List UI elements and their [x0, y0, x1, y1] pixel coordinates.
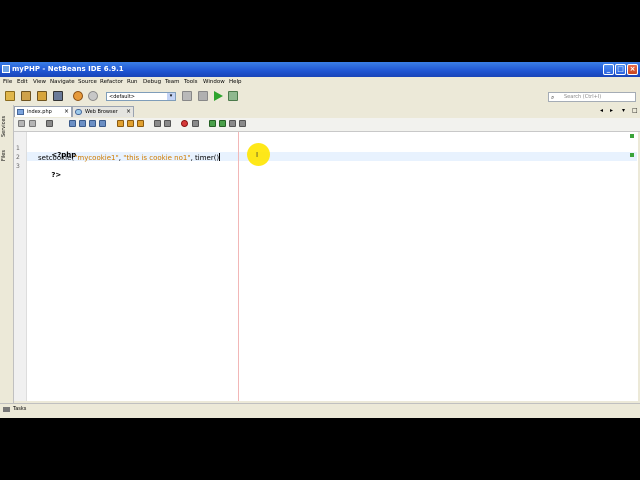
- no-errors-icon: [630, 134, 634, 138]
- mouse-cursor-highlight: [247, 143, 270, 166]
- code-line-2: setcookie("mycookie1", "this is cookie n…: [38, 153, 221, 162]
- menu-team[interactable]: Team: [165, 79, 180, 85]
- main-toolbar: <default> ▾ ⌕ Search (Ctrl+I): [0, 88, 640, 104]
- source-view-icon[interactable]: [18, 120, 25, 127]
- chevron-down-icon[interactable]: ▾: [167, 93, 175, 100]
- uncomment-icon[interactable]: [219, 120, 226, 127]
- minimize-button[interactable]: _: [603, 64, 614, 75]
- menu-source[interactable]: Source: [78, 79, 97, 85]
- back-icon[interactable]: [46, 120, 53, 127]
- menu-bar: File Edit View Navigate Source Refactor …: [0, 77, 640, 88]
- maximize-button[interactable]: □: [615, 64, 626, 75]
- tab-index-php[interactable]: index.php ×: [14, 106, 72, 117]
- comment-icon[interactable]: [209, 120, 216, 127]
- line-number: 2: [16, 154, 20, 161]
- tab-scroll-left-icon[interactable]: ◂: [600, 107, 603, 114]
- find-previous-icon[interactable]: [79, 120, 86, 127]
- stop-macro-icon[interactable]: [192, 120, 199, 127]
- close-icon[interactable]: ×: [126, 108, 131, 115]
- redo-icon[interactable]: [88, 91, 98, 101]
- tab-label: index.php: [27, 109, 52, 115]
- menu-file[interactable]: File: [3, 79, 12, 85]
- new-project-icon[interactable]: [21, 91, 31, 101]
- status-bar: [0, 414, 640, 418]
- undo-icon[interactable]: [73, 91, 83, 101]
- clean-build-icon[interactable]: [198, 91, 208, 101]
- find-icon[interactable]: [69, 120, 76, 127]
- toggle-bookmark-icon[interactable]: [137, 120, 144, 127]
- line-number: 1: [16, 145, 20, 152]
- menu-debug[interactable]: Debug: [143, 79, 161, 85]
- close-button[interactable]: ×: [627, 64, 638, 75]
- code-line-3: ?>: [51, 171, 62, 179]
- title-bar: myPHP - NetBeans IDE 6.9.1 _ □ ×: [0, 62, 640, 77]
- search-input[interactable]: ⌕ Search (Ctrl+I): [548, 92, 636, 102]
- text-caret: [219, 153, 221, 161]
- tab-web-browser[interactable]: Web Browser ×: [72, 106, 134, 117]
- menu-edit[interactable]: Edit: [17, 79, 28, 85]
- toggle-highlight-icon[interactable]: [99, 120, 106, 127]
- build-icon[interactable]: [182, 91, 192, 101]
- close-icon[interactable]: ×: [64, 108, 69, 115]
- globe-icon: [75, 109, 82, 115]
- history-icon[interactable]: [29, 120, 36, 127]
- tab-list-icon[interactable]: ▾: [622, 107, 625, 114]
- maximize-editor-icon[interactable]: □: [632, 107, 638, 114]
- errors-icon[interactable]: [239, 120, 246, 127]
- save-all-icon[interactable]: [53, 91, 63, 101]
- tasks-tab[interactable]: Tasks: [13, 406, 26, 412]
- menu-refactor[interactable]: Refactor: [100, 79, 123, 85]
- bookmark-previous-icon[interactable]: [117, 120, 124, 127]
- text-cursor-icon: I: [256, 151, 259, 159]
- files-tab[interactable]: Files: [1, 145, 12, 167]
- configuration-value: <default>: [109, 94, 135, 100]
- open-project-icon[interactable]: [37, 91, 47, 101]
- line-number-gutter: 1 2 3: [14, 132, 27, 401]
- format-icon[interactable]: [229, 120, 236, 127]
- menu-run[interactable]: Run: [127, 79, 138, 85]
- find-next-icon[interactable]: [89, 120, 96, 127]
- window-title: myPHP - NetBeans IDE 6.9.1: [12, 65, 124, 73]
- run-icon[interactable]: [214, 91, 223, 101]
- menu-navigate[interactable]: Navigate: [50, 79, 75, 85]
- shift-left-icon[interactable]: [154, 120, 161, 127]
- shift-right-icon[interactable]: [164, 120, 171, 127]
- tasks-icon: [3, 407, 10, 412]
- tab-scroll-right-icon[interactable]: ▸: [610, 107, 613, 114]
- php-file-icon: [17, 109, 24, 115]
- line-number: 3: [16, 163, 20, 170]
- error-stripe-mark-icon: [630, 153, 634, 157]
- netbeans-window: myPHP - NetBeans IDE 6.9.1 _ □ × File Ed…: [0, 62, 640, 418]
- bookmark-next-icon[interactable]: [127, 120, 134, 127]
- menu-tools[interactable]: Tools: [184, 79, 198, 85]
- code-editor[interactable]: 1 2 3 <?php setcookie("mycookie1", "this…: [14, 132, 638, 401]
- tab-label: Web Browser: [85, 109, 118, 115]
- configuration-select[interactable]: <default> ▾: [106, 92, 176, 101]
- record-macro-icon[interactable]: [181, 120, 188, 127]
- editor-tabs: index.php × Web Browser × ◂ ▸ ▾ □: [14, 106, 640, 117]
- right-margin-line: [238, 132, 239, 401]
- netbeans-app-icon: [2, 65, 10, 73]
- menu-help[interactable]: Help: [229, 79, 242, 85]
- menu-view[interactable]: View: [33, 79, 46, 85]
- left-sidebar: Services Files: [0, 105, 14, 403]
- new-file-icon[interactable]: [5, 91, 15, 101]
- search-placeholder: Search (Ctrl+I): [564, 94, 602, 100]
- debug-icon[interactable]: [228, 91, 238, 101]
- menu-window[interactable]: Window: [203, 79, 225, 85]
- services-tab[interactable]: Services: [1, 111, 12, 141]
- editor-toolbar: [14, 118, 640, 132]
- search-icon: ⌕: [551, 94, 555, 101]
